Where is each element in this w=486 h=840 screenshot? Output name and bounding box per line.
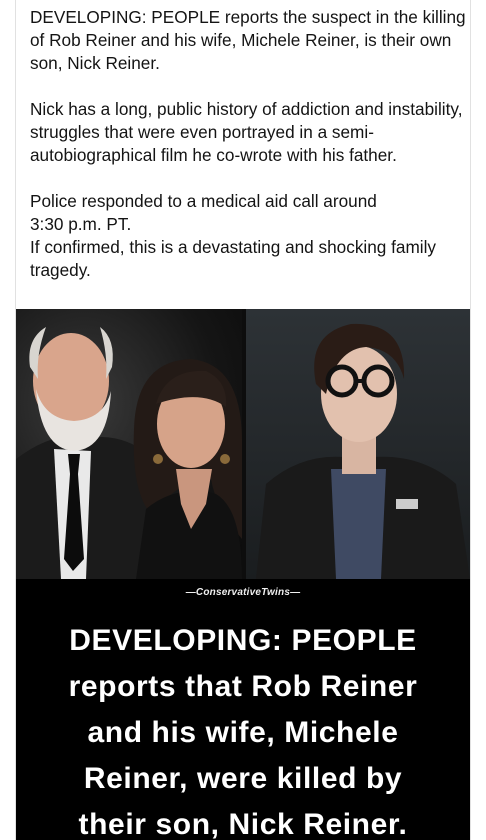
post-image[interactable]: —ConservativeTwins— DEVELOPING: PEOPLE r… — [16, 309, 470, 840]
son-photo — [246, 309, 470, 579]
headline-line-1: DEVELOPING: PEOPLE — [69, 624, 417, 657]
post-paragraph-2: Nick has a long, public history of addic… — [30, 99, 463, 165]
couple-photo-illustration — [16, 327, 242, 579]
post-text: DEVELOPING: PEOPLE reports the suspect i… — [30, 6, 466, 282]
headline-line-4: Reiner, were killed by — [83, 762, 403, 795]
headline-line-3: and his wife, Michele — [87, 716, 399, 749]
couple-photo — [16, 309, 242, 579]
headline-line-2: reports that Rob Reiner — [68, 670, 418, 703]
son-photo-illustration — [256, 323, 470, 579]
image-watermark: —ConservativeTwins— — [185, 587, 301, 598]
post-paragraph-1: DEVELOPING: PEOPLE reports the suspect i… — [30, 7, 466, 73]
image-headline: DEVELOPING: PEOPLE reports that Rob Rein… — [16, 618, 470, 840]
post-paragraph-3: Police responded to a medical aid call a… — [30, 191, 437, 280]
headline-line-5: their son, Nick Reiner. — [78, 808, 408, 840]
